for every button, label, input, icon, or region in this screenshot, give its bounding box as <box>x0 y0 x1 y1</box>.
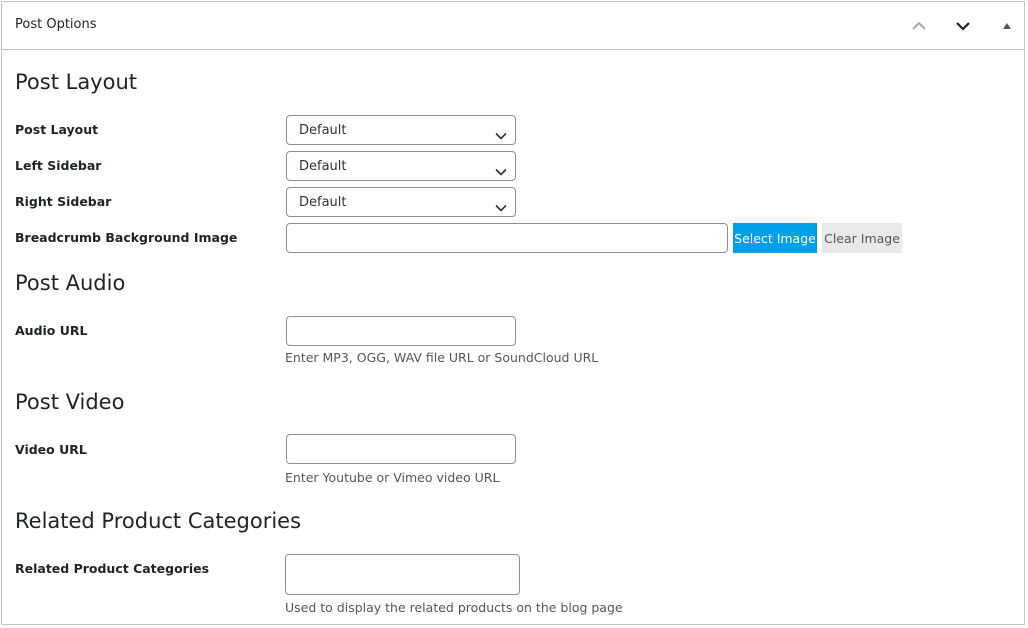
panel-header: Post Options <box>2 2 1024 50</box>
label-breadcrumb-bg: Breadcrumb Background Image <box>15 230 238 245</box>
post-layout-select-value: Default <box>299 123 347 138</box>
post-layout-select[interactable]: Default <box>286 115 516 145</box>
left-sidebar-select-value: Default <box>299 159 347 174</box>
label-left-sidebar: Left Sidebar <box>15 158 102 173</box>
toggle-panel-icon[interactable] <box>995 14 1019 38</box>
video-url-input[interactable] <box>286 434 516 464</box>
right-sidebar-select[interactable]: Default <box>286 187 516 217</box>
audio-url-input[interactable] <box>286 316 516 346</box>
label-post-layout: Post Layout <box>15 122 99 137</box>
section-title-post-audio: Post Audio <box>15 271 126 295</box>
chevron-down-icon <box>495 125 507 144</box>
label-audio-url: Audio URL <box>15 323 88 338</box>
audio-url-help: Enter MP3, OGG, WAV file URL or SoundClo… <box>285 350 599 365</box>
label-right-sidebar: Right Sidebar <box>15 194 112 209</box>
related-categories-input[interactable] <box>285 554 520 595</box>
move-up-icon[interactable] <box>907 14 931 38</box>
related-categories-help: Used to display the related products on … <box>285 600 623 615</box>
breadcrumb-bg-input[interactable] <box>286 223 728 253</box>
post-options-panel: Post Options Post Layout Post Layout Def… <box>1 1 1025 625</box>
move-down-icon[interactable] <box>951 14 975 38</box>
left-sidebar-select[interactable]: Default <box>286 151 516 181</box>
clear-image-button[interactable]: Clear Image <box>822 223 902 253</box>
section-title-post-layout: Post Layout <box>15 70 138 94</box>
select-image-button[interactable]: Select Image <box>733 223 817 253</box>
panel-title: Post Options <box>15 17 97 32</box>
label-video-url: Video URL <box>15 442 87 457</box>
right-sidebar-select-value: Default <box>299 195 347 210</box>
section-title-related: Related Product Categories <box>15 509 302 533</box>
label-related-categories: Related Product Categories <box>15 561 210 576</box>
video-url-help: Enter Youtube or Vimeo video URL <box>285 470 500 485</box>
section-title-post-video: Post Video <box>15 390 125 414</box>
chevron-down-icon <box>495 161 507 180</box>
chevron-down-icon <box>495 197 507 216</box>
